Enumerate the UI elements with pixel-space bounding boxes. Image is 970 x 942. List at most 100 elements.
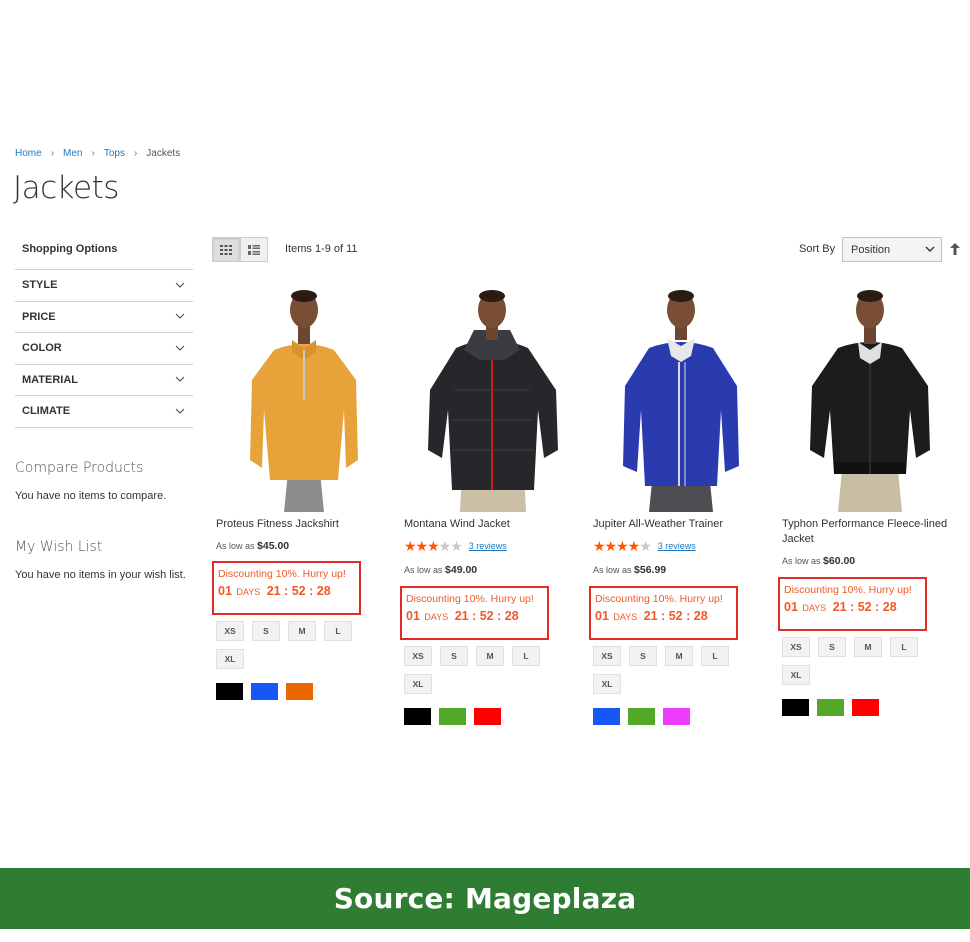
color-swatch-purple[interactable]: [663, 708, 690, 725]
size-option[interactable]: M: [288, 621, 316, 641]
sort-by-select[interactable]: Position: [842, 237, 942, 262]
size-option[interactable]: S: [818, 637, 846, 657]
product-item: Montana Wind Jacket ★★★★★ 3 reviews As l…: [400, 290, 582, 725]
reviews-link[interactable]: 3 reviews: [658, 541, 696, 551]
compare-products-title: Compare Products: [15, 459, 144, 476]
product-price: As low as $45.00: [216, 540, 394, 552]
size-option[interactable]: XS: [404, 646, 432, 666]
color-swatch-red[interactable]: [474, 708, 501, 725]
product-name[interactable]: Typhon Performance Fleece-lined Jacket: [782, 517, 960, 547]
countdown-days: 01: [595, 609, 609, 623]
product-image[interactable]: [593, 290, 771, 512]
product-item: Proteus Fitness Jackshirt As low as $45.…: [212, 290, 394, 700]
chevron-right-icon: ›: [50, 148, 55, 159]
countdown-promo-box: Discounting 10%. Hurry up! 01 DAYS 21 : …: [212, 561, 361, 615]
color-swatch-red[interactable]: [852, 699, 879, 716]
size-option[interactable]: XL: [216, 649, 244, 669]
chevron-down-icon: [175, 408, 185, 414]
countdown-time: 21 : 52 : 28: [266, 584, 331, 598]
color-swatch-green[interactable]: [439, 708, 466, 725]
price-value: $49.00: [445, 564, 478, 576]
size-option[interactable]: XL: [782, 665, 810, 685]
breadcrumb-home[interactable]: Home: [15, 148, 42, 159]
size-option[interactable]: L: [512, 646, 540, 666]
promo-text: Discounting 10%. Hurry up!: [784, 584, 912, 596]
size-options: XS S M L XL: [216, 621, 376, 677]
rating-stars: ★★★★★: [404, 538, 463, 554]
chevron-right-icon: ›: [91, 148, 95, 159]
size-option[interactable]: S: [629, 646, 657, 666]
filter-label: MATERIAL: [22, 373, 79, 386]
size-option[interactable]: M: [665, 646, 693, 666]
filter-color[interactable]: COLOR: [15, 333, 193, 365]
color-swatch-green[interactable]: [628, 708, 655, 725]
filter-style[interactable]: STYLE: [15, 270, 193, 302]
size-options: XS S M L XL: [593, 646, 753, 702]
product-price: As low as $49.00: [404, 564, 582, 576]
chevron-down-icon: [175, 376, 185, 383]
reviews-link[interactable]: 3 reviews: [469, 541, 507, 551]
countdown-promo-box: Discounting 10%. Hurry up! 01 DAYS 21 : …: [400, 586, 549, 640]
list-view-button[interactable]: [240, 237, 268, 262]
grid-icon: [220, 244, 232, 255]
countdown-promo-box: Discounting 10%. Hurry up! 01 DAYS 21 : …: [778, 577, 927, 631]
size-option[interactable]: M: [854, 637, 882, 657]
filter-material[interactable]: MATERIAL: [15, 365, 193, 396]
countdown-timer: 01 DAYS 21 : 52 : 28: [218, 584, 359, 598]
color-swatch-blue[interactable]: [593, 708, 620, 725]
filter-label: STYLE: [22, 279, 58, 292]
size-option[interactable]: XS: [216, 621, 244, 641]
price-prefix: As low as: [782, 556, 821, 566]
days-label: DAYS: [613, 612, 638, 622]
breadcrumb-current: Jackets: [146, 148, 181, 159]
color-swatch-black[interactable]: [216, 683, 243, 700]
color-swatch-black[interactable]: [782, 699, 809, 716]
sort-direction-arrow-icon[interactable]: [950, 243, 960, 255]
breadcrumb-men[interactable]: Men: [63, 148, 82, 159]
product-image[interactable]: [216, 290, 394, 512]
size-option[interactable]: XS: [782, 637, 810, 657]
promo-text: Discounting 10%. Hurry up!: [406, 593, 534, 605]
source-banner: Source: Mageplaza: [0, 868, 970, 929]
filter-label: COLOR: [22, 342, 62, 355]
size-option[interactable]: L: [324, 621, 352, 641]
size-option[interactable]: XS: [593, 646, 621, 666]
countdown-days: 01: [784, 600, 798, 614]
product-price: As low as $60.00: [782, 555, 960, 567]
page-title: Jackets: [13, 170, 119, 206]
price-value: $45.00: [257, 540, 290, 552]
chevron-down-icon: [175, 282, 185, 288]
price-prefix: As low as: [216, 541, 255, 551]
product-name[interactable]: Montana Wind Jacket: [404, 517, 582, 532]
color-swatch-blue[interactable]: [251, 683, 278, 700]
product-image[interactable]: [782, 290, 960, 512]
price-prefix: As low as: [593, 565, 632, 575]
color-swatch-black[interactable]: [404, 708, 431, 725]
size-option[interactable]: L: [890, 637, 918, 657]
countdown-days: 01: [218, 584, 232, 598]
filter-label: PRICE: [22, 310, 56, 323]
color-swatch-orange[interactable]: [286, 683, 313, 700]
size-option[interactable]: XL: [404, 674, 432, 694]
compare-empty-text: You have no items to compare.: [15, 489, 167, 502]
countdown-timer: 01 DAYS 21 : 52 : 28: [406, 609, 547, 623]
product-image[interactable]: [404, 290, 582, 512]
breadcrumb-tops[interactable]: Tops: [104, 148, 125, 159]
size-option[interactable]: XL: [593, 674, 621, 694]
rating-stars: ★★★★★: [593, 538, 652, 554]
color-swatch-green[interactable]: [817, 699, 844, 716]
promo-text: Discounting 10%. Hurry up!: [218, 568, 346, 580]
product-name[interactable]: Jupiter All-Weather Trainer: [593, 517, 771, 532]
grid-view-button[interactable]: [212, 237, 240, 262]
days-label: DAYS: [424, 612, 449, 622]
size-option[interactable]: L: [701, 646, 729, 666]
size-option[interactable]: M: [476, 646, 504, 666]
size-option[interactable]: S: [440, 646, 468, 666]
filter-climate[interactable]: CLIMATE: [15, 396, 193, 428]
product-item: Jupiter All-Weather Trainer ★★★★★ 3 revi…: [589, 290, 771, 725]
days-label: DAYS: [802, 603, 827, 613]
product-name[interactable]: Proteus Fitness Jackshirt: [216, 517, 394, 532]
size-option[interactable]: S: [252, 621, 280, 641]
filter-price[interactable]: PRICE: [15, 302, 193, 333]
countdown-days: 01: [406, 609, 420, 623]
